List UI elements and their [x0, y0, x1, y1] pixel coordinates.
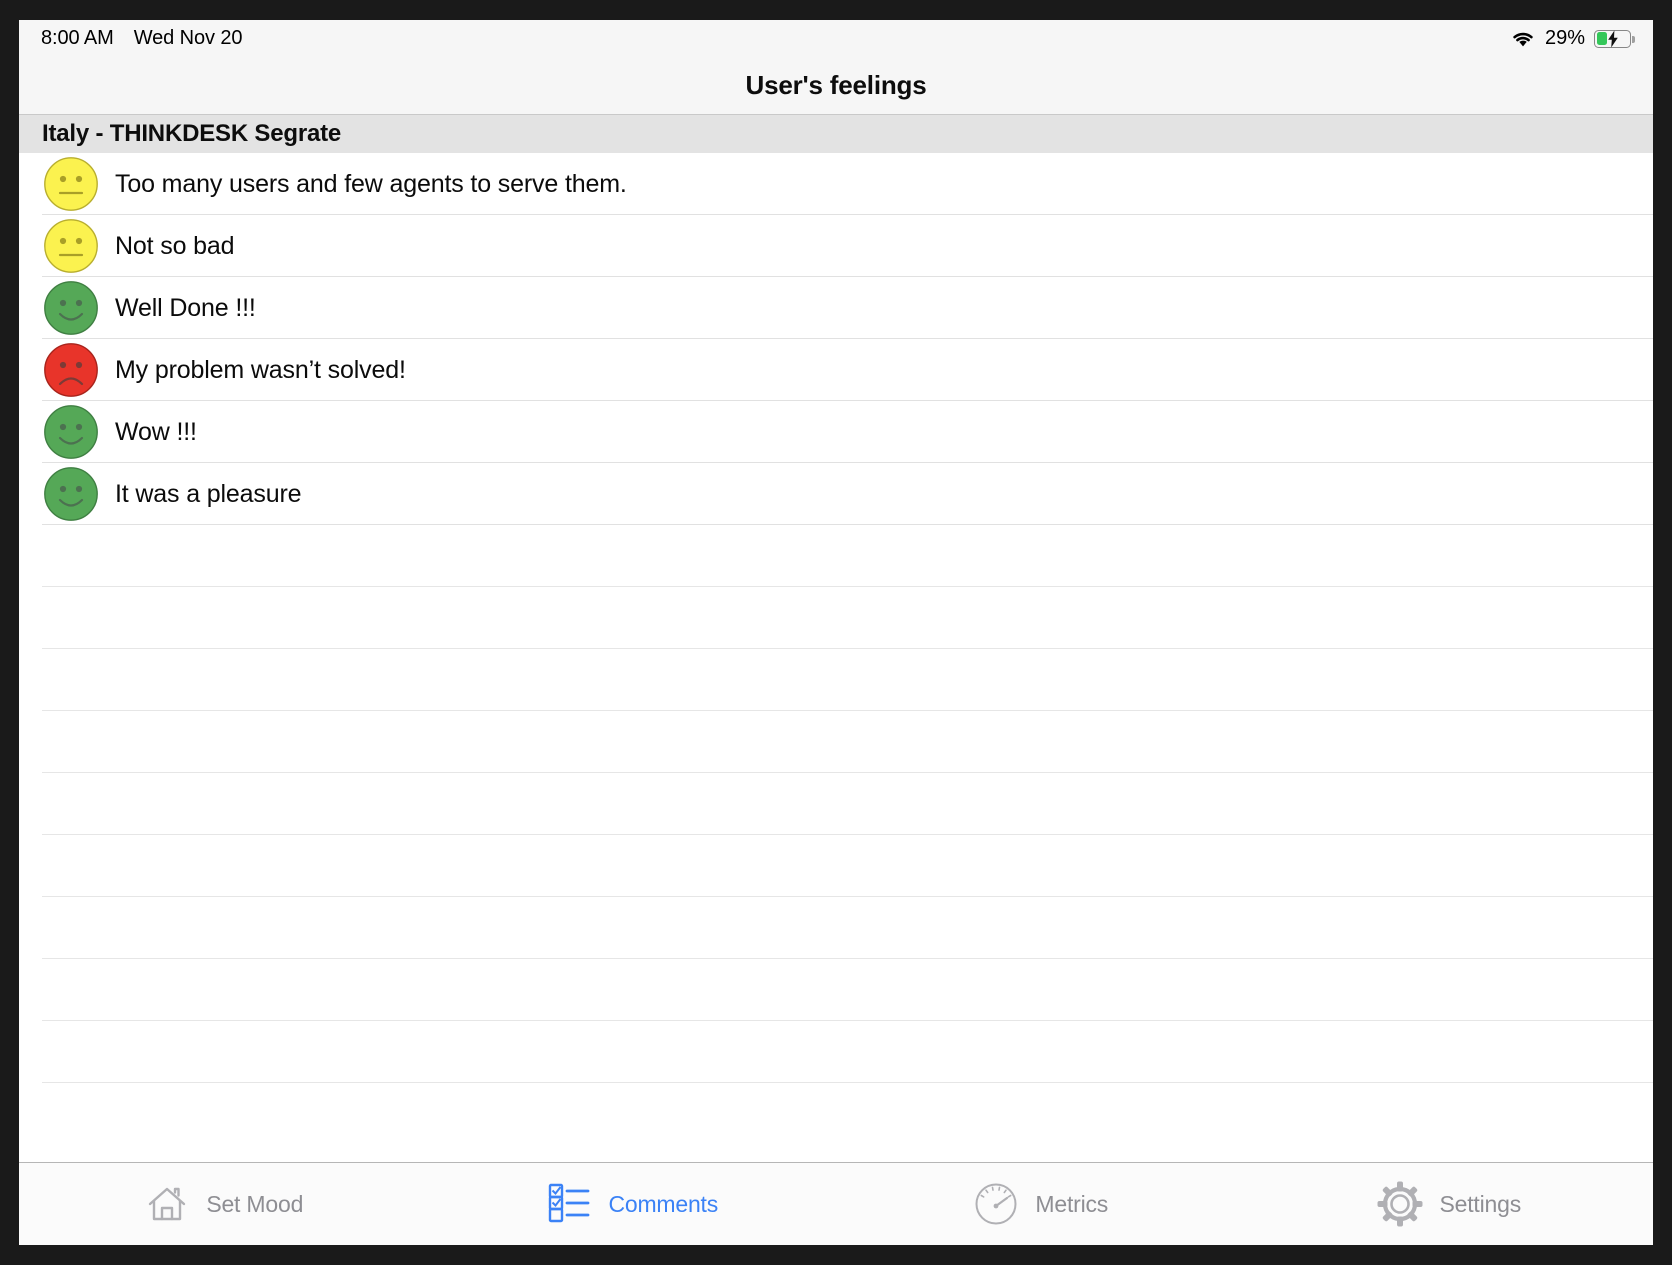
comment-row[interactable]: Not so bad [19, 215, 1653, 277]
device-frame: 8:00 AM Wed Nov 20 29% User's feelings I… [0, 0, 1672, 1265]
mood-neutral-icon [43, 218, 99, 274]
empty-row [19, 897, 1653, 959]
tab-label: Comments [608, 1190, 719, 1217]
battery-fill [1596, 32, 1607, 45]
mood-neutral-icon [43, 156, 99, 212]
section-header: Italy - THINKDESK Segrate [19, 115, 1653, 153]
gauge-icon [972, 1180, 1020, 1228]
comments-list[interactable]: Too many users and few agents to serve t… [19, 153, 1653, 1162]
tab-metrics[interactable]: Metrics [836, 1163, 1245, 1245]
mood-sad-icon [43, 342, 99, 398]
comment-row[interactable]: It was a pleasure [19, 463, 1653, 525]
comment-row[interactable]: Well Done !!! [19, 277, 1653, 339]
empty-row [19, 587, 1653, 649]
mood-happy-icon [43, 280, 99, 336]
tab-label: Metrics [1035, 1190, 1109, 1217]
wifi-icon [1510, 29, 1536, 48]
empty-row [19, 835, 1653, 897]
empty-row [19, 1021, 1653, 1083]
section-header-label: Italy - THINKDESK Segrate [42, 120, 342, 147]
comment-text: It was a pleasure [115, 479, 302, 508]
tab-bar: Set Mood Comments Metrics Settings [19, 1162, 1653, 1245]
checklist-icon [545, 1180, 593, 1228]
home-icon [143, 1180, 191, 1228]
empty-row [19, 525, 1653, 587]
empty-row [19, 773, 1653, 835]
comment-text: Well Done !!! [115, 293, 256, 322]
comment-row[interactable]: My problem wasn’t solved! [19, 339, 1653, 401]
comment-text: My problem wasn’t solved! [115, 355, 406, 384]
page-title: User's feelings [745, 70, 927, 100]
mood-happy-icon [43, 404, 99, 460]
empty-row [19, 649, 1653, 711]
comment-row[interactable]: Too many users and few agents to serve t… [19, 153, 1653, 215]
tab-label: Set Mood [206, 1190, 304, 1217]
status-date: Wed Nov 20 [133, 27, 243, 49]
battery-charging-icon [1594, 29, 1635, 48]
status-bar: 8:00 AM Wed Nov 20 29% [19, 20, 1653, 57]
comment-row[interactable]: Wow !!! [19, 401, 1653, 463]
battery-percent: 29% [1544, 27, 1585, 49]
mood-happy-icon [43, 466, 99, 522]
tab-label: Settings [1439, 1190, 1521, 1217]
nav-bar: User's feelings [19, 57, 1653, 115]
status-time: 8:00 AM [41, 27, 114, 49]
status-bar-right: 29% [1510, 27, 1635, 50]
gear-icon [1376, 1180, 1424, 1228]
tab-comments[interactable]: Comments [428, 1163, 837, 1245]
empty-row [19, 959, 1653, 1021]
tab-set-mood[interactable]: Set Mood [19, 1163, 428, 1245]
status-bar-left: 8:00 AM Wed Nov 20 [41, 27, 242, 50]
comment-text: Too many users and few agents to serve t… [115, 169, 627, 198]
tab-settings[interactable]: Settings [1245, 1163, 1654, 1245]
empty-row [19, 711, 1653, 773]
screen: 8:00 AM Wed Nov 20 29% User's feelings I… [19, 20, 1653, 1245]
comment-text: Wow !!! [115, 417, 197, 446]
comment-text: Not so bad [115, 231, 235, 260]
